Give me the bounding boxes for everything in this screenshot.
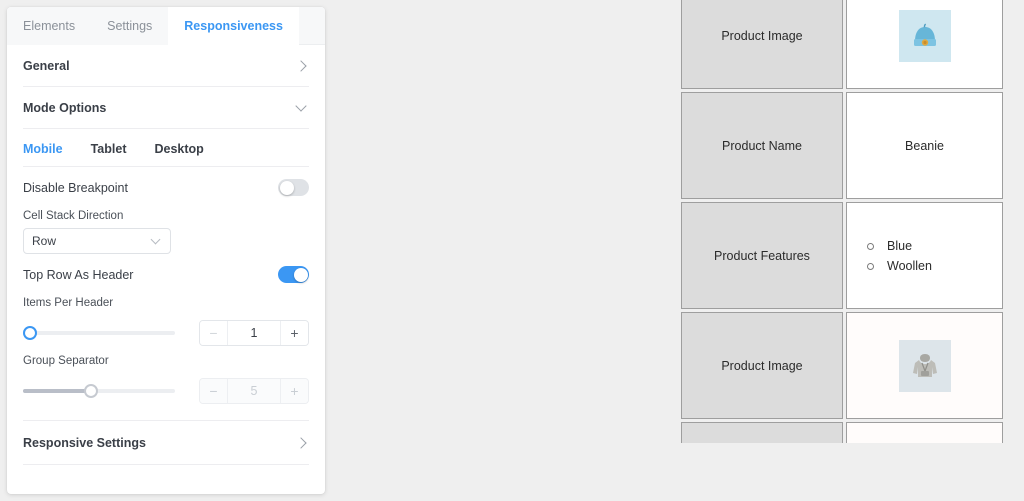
items-per-header-slider[interactable] [23, 325, 175, 341]
cell-stack-direction-label: Cell Stack Direction [23, 210, 124, 222]
panel-body: General Mode Options Mobile Tablet Deskt… [7, 45, 325, 465]
list-item: Blue [863, 236, 932, 256]
mode-tab-group: Mobile Tablet Desktop [23, 129, 309, 167]
stepper-increment-button: + [281, 379, 308, 403]
tab-settings-label: Settings [107, 19, 153, 33]
slider-fill [23, 389, 91, 393]
responsiveness-settings-panel: Elements Settings Responsiveness General… [7, 7, 325, 494]
stepper-decrement-button: − [200, 379, 227, 403]
items-per-header-controls: − 1 + [23, 320, 309, 346]
mode-tab-desktop[interactable]: Desktop [154, 142, 203, 156]
row-cell-stack-direction: Cell Stack Direction Row [23, 201, 309, 254]
product-table: Product Image Product Name Beanie Produc… [681, 0, 1003, 443]
table-row-header: Product Name [681, 422, 843, 443]
table-row-header: Product Image [681, 0, 843, 89]
group-separator-value: 5 [227, 379, 281, 403]
table-row-value [846, 312, 1003, 419]
mode-tab-tablet[interactable]: Tablet [91, 142, 127, 156]
table-row: Product Name Hoodie [681, 422, 1003, 443]
slider-thumb[interactable] [23, 326, 37, 340]
group-separator-stepper: − 5 + [199, 378, 309, 404]
chevron-down-icon [295, 101, 309, 115]
tab-responsiveness[interactable]: Responsiveness [168, 7, 299, 45]
tab-responsiveness-label: Responsiveness [184, 19, 283, 33]
section-general[interactable]: General [23, 45, 309, 87]
table-row: Product Image [681, 0, 1003, 89]
row-items-per-header: Items Per Header − 1 + [23, 288, 309, 346]
tab-elements[interactable]: Elements [7, 7, 92, 45]
chevron-down-icon [152, 236, 162, 246]
items-per-header-stepper[interactable]: − 1 + [199, 320, 309, 346]
stepper-increment-button[interactable]: + [281, 321, 308, 345]
app-root: Elements Settings Responsiveness General… [0, 0, 1024, 501]
top-row-as-header-label: Top Row As Header [23, 267, 134, 282]
section-general-label: General [23, 58, 70, 73]
items-per-header-label: Items Per Header [23, 297, 114, 309]
table-row-header: Product Name [681, 92, 843, 199]
table-row: Product Image [681, 312, 1003, 419]
section-responsive-settings-label: Responsive Settings [23, 435, 146, 450]
disable-breakpoint-toggle[interactable] [278, 179, 309, 196]
tab-elements-label: Elements [23, 19, 76, 33]
group-separator-label: Group Separator [23, 355, 109, 367]
tab-settings[interactable]: Settings [91, 7, 169, 45]
row-disable-breakpoint: Disable Breakpoint [23, 167, 309, 201]
stepper-decrement-button[interactable]: − [200, 321, 227, 345]
row-group-separator: Group Separator − 5 + [23, 346, 309, 404]
section-mode-options-label: Mode Options [23, 100, 107, 115]
slider-track [23, 331, 175, 335]
table-row-header: Product Features [681, 202, 843, 309]
slider-thumb[interactable] [84, 384, 98, 398]
section-mode-options[interactable]: Mode Options [23, 87, 309, 129]
group-separator-controls: − 5 + [23, 378, 309, 404]
chevron-right-icon [295, 59, 309, 73]
table-row-value: Blue Woollen [846, 202, 1003, 309]
row-top-row-as-header: Top Row As Header [23, 254, 309, 288]
chevron-right-icon [295, 436, 309, 450]
panel-tab-bar: Elements Settings Responsiveness [7, 7, 325, 45]
table-row: Product Features Blue Woollen [681, 202, 1003, 309]
table-preview-area: Product Image Product Name Beanie Produc… [330, 0, 1024, 443]
toggle-knob [293, 267, 308, 282]
product-features-list: Blue Woollen [847, 236, 932, 276]
beanie-thumbnail [898, 9, 951, 62]
hoodie-thumbnail [898, 339, 951, 392]
mode-tab-mobile[interactable]: Mobile [23, 142, 63, 156]
list-item: Woollen [863, 256, 932, 276]
cell-stack-direction-value: Row [32, 234, 57, 248]
table-row-value: Beanie [846, 92, 1003, 199]
tab-bar-filler [298, 7, 325, 44]
section-responsive-settings[interactable]: Responsive Settings [23, 421, 309, 465]
cell-stack-direction-select[interactable]: Row [23, 228, 171, 254]
table-row-header: Product Image [681, 312, 843, 419]
items-per-header-value[interactable]: 1 [227, 321, 281, 345]
group-separator-slider[interactable] [23, 383, 175, 399]
disable-breakpoint-label: Disable Breakpoint [23, 180, 128, 195]
table-row-value: Hoodie [846, 422, 1003, 443]
table-row-value [846, 0, 1003, 89]
toggle-knob [279, 180, 294, 195]
top-row-as-header-toggle[interactable] [278, 266, 309, 283]
table-row: Product Name Beanie [681, 92, 1003, 199]
